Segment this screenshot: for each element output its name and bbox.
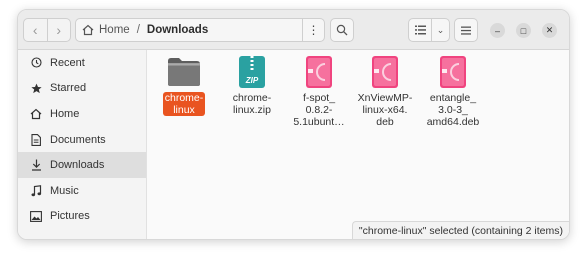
search-button[interactable] [330,18,354,42]
sidebar-item-label: Starred [50,82,87,95]
sidebar-item-label: Recent [50,56,85,69]
picture-icon [28,209,44,223]
file-item-xnviewmp-deb[interactable]: XnViewMP- linux-x64. deb [354,54,416,128]
file-name: f-spot_ 0.8.2- 5.1ubunt… [293,92,345,128]
file-item-entangle-deb[interactable]: entangle_ 3.0-3_ amd64.deb [422,54,484,128]
breadcrumb-separator: / [136,24,140,36]
deb-package-icon [435,54,471,90]
breadcrumb-home[interactable]: Home [99,24,130,36]
deb-package-icon [367,54,403,90]
file-view: chrome- linux ZIP chrome- linux.zip f-sp… [148,50,569,239]
list-view-icon [414,25,426,35]
file-name: chrome- linux.zip [232,92,272,116]
sidebar-item-label: Downloads [50,159,105,172]
sidebar-item-music[interactable]: Music [18,178,146,204]
file-item-f-spot-deb[interactable]: f-spot_ 0.8.2- 5.1ubunt… [288,54,350,128]
sidebar-item-label: Pictures [50,210,90,223]
close-icon: ✕ [545,25,554,35]
maximize-icon: □ [520,25,527,36]
sidebar-item-pictures[interactable]: Pictures [18,204,146,230]
breadcrumb-current[interactable]: Downloads [147,24,208,36]
view-options-button[interactable]: ⌄ [431,19,449,41]
path-menu-button[interactable]: ⋮ [302,19,324,41]
clock-icon [28,56,44,70]
home-icon [28,107,44,121]
sidebar-item-label: Home [50,107,80,120]
sidebar-item-home[interactable]: Home [18,101,146,127]
navigation-buttons: ‹ › [23,18,71,42]
maximize-button[interactable]: □ [516,23,531,38]
zip-badge-text: ZIP [245,76,259,85]
sidebar-item-recent[interactable]: Recent [18,50,146,76]
home-icon [82,24,94,36]
minimize-icon: – [494,25,500,36]
minimize-button[interactable]: – [490,23,505,38]
path-bar: Home / Downloads ⋮ [75,18,325,42]
file-name: chrome- linux [162,92,206,116]
chevron-down-icon: ⌄ [436,24,445,35]
file-name: XnViewMP- linux-x64. deb [357,92,413,128]
sidebar-item-label: Documents [50,133,106,146]
sidebar-item-downloads[interactable]: Downloads [18,152,146,178]
folder-icon [166,54,202,90]
sidebar: Recent Starred Home Documents Downloads [18,50,147,239]
sidebar-item-starred[interactable]: Starred [18,76,146,102]
deb-package-icon [301,54,337,90]
sidebar-item-label: Music [50,184,79,197]
file-item-chrome-linux[interactable]: chrome- linux [153,54,215,116]
vertical-ellipsis-icon: ⋮ [307,23,320,37]
main-menu-button[interactable] [454,18,478,42]
status-bar: "chrome-linux" selected (containing 2 it… [351,221,569,239]
chevron-left-icon: ‹ [32,22,38,38]
view-toggle-group: ⌄ [408,18,450,42]
file-item-chrome-linux-zip[interactable]: ZIP chrome- linux.zip [221,54,283,116]
back-button[interactable]: ‹ [24,19,47,41]
close-button[interactable]: ✕ [542,23,557,38]
search-icon [336,24,348,36]
hamburger-icon [461,26,471,35]
list-view-button[interactable] [409,19,431,41]
chevron-right-icon: › [56,22,62,38]
sidebar-item-documents[interactable]: Documents [18,127,146,153]
document-icon [28,133,44,147]
header-bar: ‹ › Home / Downloads ⋮ ⌄ – □ ✕ [18,10,569,50]
forward-button[interactable]: › [46,19,71,41]
zip-archive-icon: ZIP [234,54,270,90]
file-manager-window: ‹ › Home / Downloads ⋮ ⌄ – □ ✕ Recent St… [17,9,570,240]
music-note-icon [28,184,44,198]
star-icon [28,81,44,95]
file-name: entangle_ 3.0-3_ amd64.deb [426,92,480,128]
download-icon [28,158,44,172]
